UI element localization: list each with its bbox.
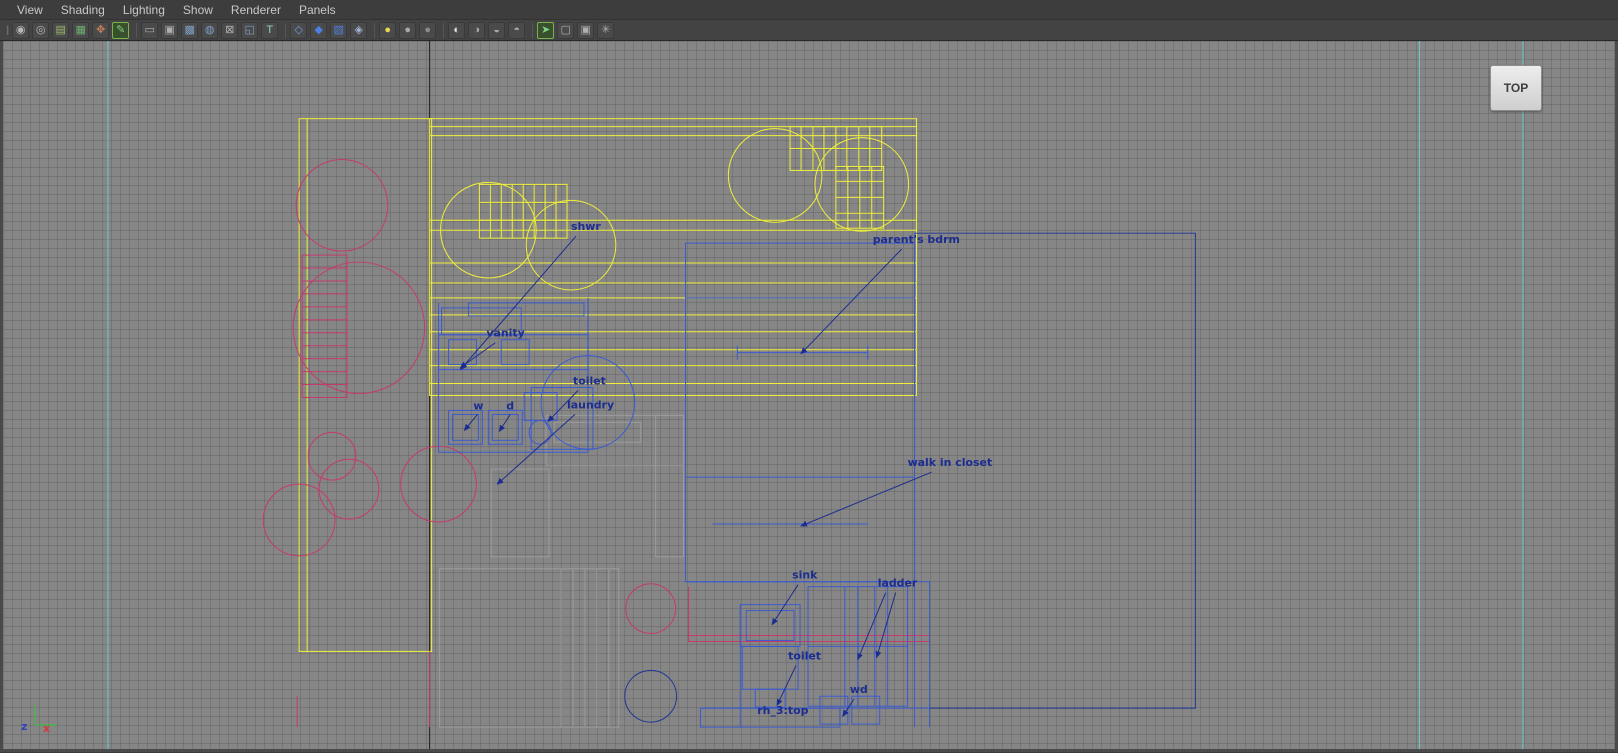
annotation-label: wd	[850, 683, 868, 696]
resolution-gate-glyph: ▣	[164, 23, 175, 36]
screen-space-ao-icon[interactable]: ◑	[468, 21, 486, 39]
annotation-arrow	[776, 665, 797, 707]
film-gate-icon[interactable]: ▭	[141, 21, 159, 39]
annotation-arrow	[857, 592, 887, 661]
annotation-label: w	[473, 399, 483, 412]
textured-display-glyph: ▧	[333, 23, 344, 36]
annotation-label: toilet	[788, 649, 821, 662]
film-gate-glyph: ▭	[144, 23, 155, 36]
annotation-label: parent's bdrm	[873, 233, 960, 246]
use-default-material-glyph: ◈	[354, 23, 363, 36]
screen-space-ao-glyph: ◑	[473, 23, 481, 36]
annotation-label: sink	[792, 569, 818, 582]
textured-display-icon[interactable]: ▧	[330, 21, 348, 39]
toolbar-separator	[136, 22, 138, 38]
two-d-pan-zoom-glyph: ✥	[96, 23, 106, 36]
axis-z-label: z	[21, 720, 28, 733]
field-chart-icon[interactable]: ◍	[201, 21, 219, 39]
annotation-arrow	[463, 414, 478, 432]
annotation-label: walk in closet	[908, 456, 993, 469]
safe-title-glyph: ◱	[244, 23, 255, 36]
motion-blur-icon[interactable]: ◒	[488, 21, 506, 39]
multisampling-icon[interactable]: ◓	[508, 21, 526, 39]
x-ray-joints-icon[interactable]: ▣	[577, 21, 595, 39]
lighting-flat-icon[interactable]: ●	[419, 21, 437, 39]
safe-action-glyph: ⊠	[225, 23, 235, 36]
select-camera-icon[interactable]: ◉	[12, 21, 30, 39]
select-camera-glyph: ◉	[15, 23, 26, 36]
lighting-default-glyph: ●	[404, 23, 412, 36]
lighting-flat-glyph: ●	[424, 23, 432, 36]
viewport-canvas[interactable]: shwr parent's bdrm vanity toilet laundry w d wa…	[0, 41, 1618, 752]
menu-shading[interactable]: Shading	[52, 0, 114, 20]
floor-plan-svg: shwrparent's bdrmvanitytoiletlaundryw dwa…	[107, 41, 1524, 749]
two-d-pan-zoom-icon[interactable]: ✥	[92, 21, 110, 39]
frame-text-glyph: T	[266, 23, 274, 36]
use-default-material-icon[interactable]: ◈	[350, 21, 368, 39]
wireframe-display-glyph: ◇	[294, 23, 303, 36]
resolution-gate-icon[interactable]: ▣	[161, 21, 179, 39]
frame-text-icon[interactable]: T	[261, 21, 279, 39]
camera-bookmarks-glyph: ▤	[55, 23, 66, 36]
annotation-arrow	[875, 592, 897, 659]
annotation-arrow	[459, 342, 496, 369]
toolbar-separator	[443, 22, 445, 38]
lighting-all-icon[interactable]: ●	[379, 21, 397, 39]
connections-icon[interactable]: ✳	[597, 21, 615, 39]
camera-attributes-icon[interactable]: ◎	[32, 21, 50, 39]
annotation-label: d	[506, 399, 514, 412]
menu-renderer[interactable]: Renderer	[222, 0, 290, 20]
annotation-arrow	[498, 414, 511, 433]
safe-action-icon[interactable]: ⊠	[221, 21, 239, 39]
axis-gizmo: z x	[21, 699, 67, 735]
toolbar-separator	[374, 22, 376, 38]
shaded-display-glyph: ◆	[314, 23, 323, 36]
lighting-all-glyph: ●	[384, 23, 392, 36]
multisampling-glyph: ◓	[513, 23, 521, 36]
x-ray-icon[interactable]: ▢	[557, 21, 575, 39]
gate-mask-icon[interactable]: ▩	[181, 21, 199, 39]
wireframe-display-icon[interactable]: ◇	[290, 21, 308, 39]
shaded-display-icon[interactable]: ◆	[310, 21, 328, 39]
annotation-arrow	[800, 471, 932, 527]
panel-toolbar: || ◉ ◎ ▤ ▦ ✥ ✎ ▭ ▣ ▩ ◍ ⊠ ◱ T ◇ ◆ ▧ ◈ ● ● ● ◐ ◑ ◒ ◓ ➤ ▢ ▣ ✳	[0, 20, 1618, 41]
annotation-label: ladder	[878, 577, 918, 590]
motion-blur-glyph: ◒	[493, 23, 501, 36]
toolbar-grip-icon: ||	[6, 24, 10, 36]
annotation-label: laundry	[567, 398, 614, 411]
template-geometry-gray[interactable]	[439, 414, 685, 728]
connections-glyph: ✳	[601, 23, 611, 36]
menu-view[interactable]: View	[8, 0, 52, 20]
isolate-select-glyph: ➤	[541, 23, 551, 36]
lighting-default-icon[interactable]: ●	[399, 21, 417, 39]
x-ray-glyph: ▢	[560, 23, 571, 36]
panel-menubar: View Shading Lighting Show Renderer Panels	[0, 0, 1618, 20]
toolbar-separator	[532, 22, 534, 38]
annotation-label: rh_3:top	[757, 704, 808, 717]
axis-x-label: x	[43, 722, 51, 735]
annotation-arrow	[800, 248, 902, 355]
annotation-label: toilet	[573, 375, 606, 388]
image-plane-glyph: ▦	[75, 23, 86, 36]
toolbar-separator	[285, 22, 287, 38]
camera-bookmarks-icon[interactable]: ▤	[52, 21, 70, 39]
shadows-glyph: ◐	[453, 23, 461, 36]
annotation-layer: shwrparent's bdrmvanitytoiletlaundryw dwa…	[459, 220, 993, 717]
menu-show[interactable]: Show	[174, 0, 222, 20]
menu-panels[interactable]: Panels	[290, 0, 345, 20]
grease-pencil-glyph: ✎	[116, 23, 126, 36]
image-plane-icon[interactable]: ▦	[72, 21, 90, 39]
gate-mask-glyph: ▩	[184, 23, 195, 36]
menu-lighting[interactable]: Lighting	[114, 0, 174, 20]
camera-attributes-glyph: ◎	[35, 23, 46, 36]
shadows-icon[interactable]: ◐	[448, 21, 466, 39]
x-ray-joints-glyph: ▣	[580, 23, 591, 36]
isolate-select-icon[interactable]: ➤	[537, 21, 555, 39]
safe-title-icon[interactable]: ◱	[241, 21, 259, 39]
grease-pencil-icon[interactable]: ✎	[112, 21, 130, 39]
annotation-label: vanity	[486, 327, 524, 340]
annotation-label: shwr	[571, 220, 601, 233]
field-chart-glyph: ◍	[204, 23, 215, 36]
view-cube-top[interactable]: TOP	[1490, 65, 1542, 111]
